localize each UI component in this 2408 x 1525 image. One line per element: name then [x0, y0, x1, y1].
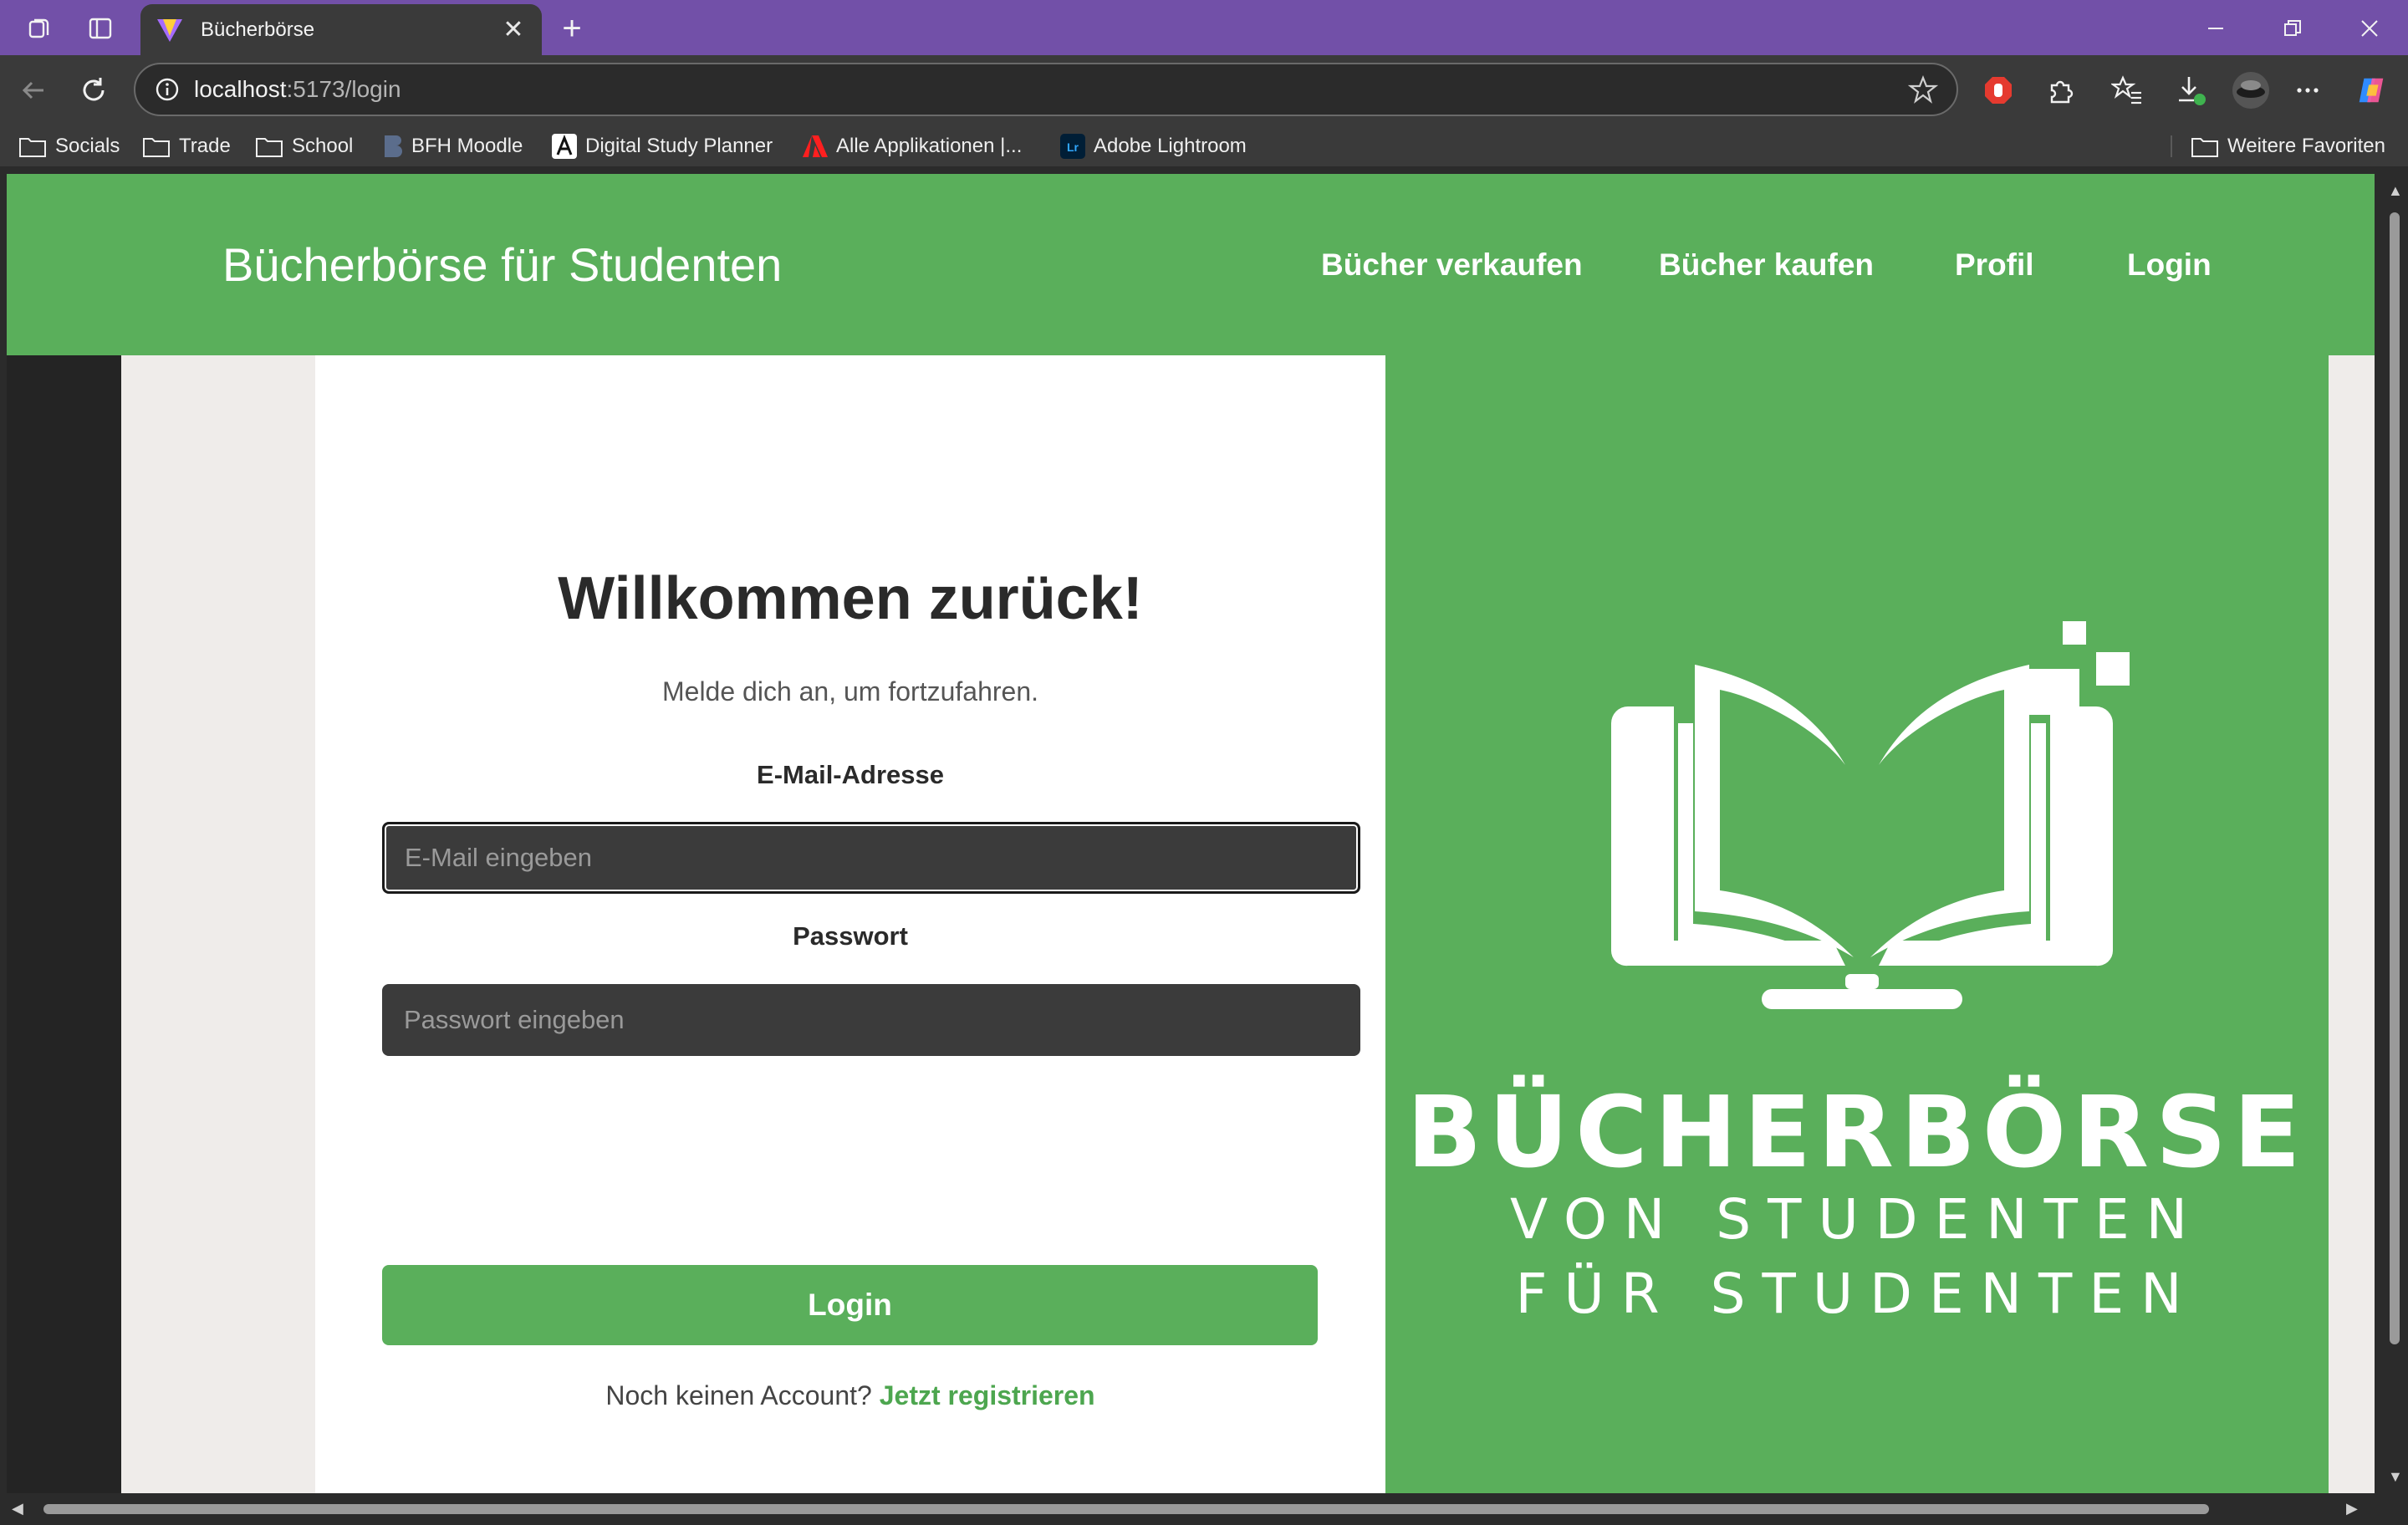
downloads-icon[interactable]: [2174, 74, 2207, 107]
horizontal-scroll-thumb[interactable]: [43, 1504, 2209, 1514]
email-field[interactable]: [382, 822, 1360, 894]
url-host: localhost: [194, 76, 287, 102]
info-icon[interactable]: [154, 76, 181, 103]
new-tab-button[interactable]: +: [554, 10, 590, 47]
scroll-up-icon[interactable]: ▲: [2388, 182, 2403, 200]
more-menu-icon[interactable]: [2291, 74, 2324, 107]
scroll-left-icon[interactable]: ◀: [12, 1500, 23, 1517]
scroll-right-icon[interactable]: ▶: [2346, 1500, 2358, 1517]
folder-icon: [2191, 138, 2218, 157]
login-button[interactable]: Login: [382, 1265, 1318, 1345]
tab-active[interactable]: Bücherbörse ✕: [140, 4, 542, 55]
page-viewport: Bücherbörse für Studenten Bücher verkauf…: [7, 174, 2375, 1493]
favorite-star-icon[interactable]: [1908, 74, 1938, 105]
address-bar[interactable]: localhost:5173/login: [134, 63, 1958, 116]
vite-favicon-icon: [157, 18, 182, 42]
profile-avatar[interactable]: [2231, 70, 2271, 110]
nav-sell-books[interactable]: Bücher verkaufen: [1321, 247, 1583, 283]
login-card: Willkommen zurück! Melde dich an, um for…: [315, 355, 1385, 1493]
vertical-scroll-thumb[interactable]: [2390, 212, 2400, 1344]
refresh-icon[interactable]: [77, 74, 110, 107]
bookmark-label: Alle Applikationen |...: [836, 135, 1023, 157]
logo-subtitle-1: VON STUDENTEN: [1509, 1187, 2205, 1252]
site-header: Bücherbörse für Studenten Bücher verkauf…: [7, 174, 2375, 355]
bookmark-label: BFH Moodle: [411, 135, 523, 157]
bookmark-trade[interactable]: Trade: [142, 133, 231, 160]
email-label: E-Mail-Adresse: [757, 760, 944, 789]
adblock-extension-icon[interactable]: [1982, 74, 2015, 107]
tab-bar: Bücherbörse ✕ +: [0, 0, 2408, 55]
vertical-scrollbar[interactable]: ▲ ▼: [2381, 174, 2408, 1493]
bookmarks-divider: [2171, 135, 2172, 157]
restore-icon[interactable]: [2274, 10, 2311, 47]
bookmark-label: Socials: [55, 135, 120, 157]
browser-toolbar: localhost:5173/login: [0, 55, 2408, 125]
bookmark-school[interactable]: School: [255, 133, 353, 160]
bookmark-label: Digital Study Planner: [585, 135, 773, 157]
horizontal-scrollbar[interactable]: ◀ ▶: [0, 1493, 2408, 1525]
bookmark-adobe-apps[interactable]: Alle Applikationen |...: [803, 133, 1022, 160]
tab-title: Bücherbörse: [201, 18, 315, 41]
password-field[interactable]: [382, 984, 1360, 1056]
bookmark-bfh-moodle[interactable]: BFH Moodle: [381, 133, 523, 160]
page-subtitle: Melde dich an, um fortzufahren.: [661, 676, 1038, 706]
bookmark-label: Weitere Favoriten: [2227, 135, 2385, 157]
register-prompt: Noch keinen Account? Jetzt registrieren: [315, 1380, 1385, 1411]
book-logo-icon: [1610, 621, 2130, 1009]
bookmark-other-favorites[interactable]: Weitere Favoriten: [2191, 133, 2385, 160]
folder-icon: [143, 138, 170, 157]
lightroom-icon: Lr: [1060, 134, 1085, 159]
minimize-icon[interactable]: [2197, 10, 2234, 47]
close-window-icon[interactable]: [2351, 10, 2388, 47]
nav-profile[interactable]: Profil: [1955, 247, 2034, 283]
logo-title: BÜCHERBÖRSE: [1406, 1074, 2308, 1190]
password-label: Passwort: [793, 921, 908, 951]
logo-subtitle-2: FÜR STUDENTEN: [1515, 1262, 2199, 1326]
page-title: Willkommen zurück!: [558, 565, 1143, 632]
extensions-icon[interactable]: [2043, 74, 2077, 107]
nav-buy-books[interactable]: Bücher kaufen: [1659, 247, 1874, 283]
back-icon[interactable]: [17, 74, 50, 107]
adobe-icon: [803, 135, 828, 157]
bookmark-label: Trade: [179, 135, 231, 157]
nav-login[interactable]: Login: [2127, 247, 2212, 283]
bookmark-digital-study-planner[interactable]: Digital Study Planner: [552, 133, 773, 160]
register-text: Noch keinen Account?: [605, 1380, 872, 1410]
planner-icon: [552, 134, 577, 159]
workspaces-icon[interactable]: [23, 12, 57, 45]
bookmark-socials[interactable]: Socials: [18, 133, 120, 160]
register-link[interactable]: Jetzt registrieren: [880, 1380, 1095, 1410]
scroll-down-icon[interactable]: ▼: [2388, 1468, 2403, 1486]
logo-panel: BÜCHERBÖRSE VON STUDENTEN FÜR STUDENTEN: [1385, 355, 2329, 1493]
site-brand[interactable]: Bücherbörse für Studenten: [222, 237, 782, 292]
left-gutter: [7, 355, 121, 1493]
folder-icon: [19, 138, 46, 157]
bookmark-adobe-lightroom[interactable]: Lr Adobe Lightroom: [1060, 133, 1247, 160]
copilot-icon[interactable]: [2354, 74, 2388, 107]
favorites-icon[interactable]: [2110, 74, 2144, 107]
svg-text:Lr: Lr: [1067, 140, 1079, 154]
moodle-icon: [385, 135, 402, 157]
folder-icon: [256, 138, 283, 157]
bookmark-label: School: [292, 135, 354, 157]
bookmark-label: Adobe Lightroom: [1094, 135, 1247, 157]
tab-actions-icon[interactable]: [84, 12, 117, 45]
url-path: :5173/login: [286, 76, 401, 102]
bookmarks-bar: Socials Trade School BFH Moodle Digital …: [0, 125, 2408, 167]
close-tab-icon[interactable]: ✕: [500, 16, 527, 43]
